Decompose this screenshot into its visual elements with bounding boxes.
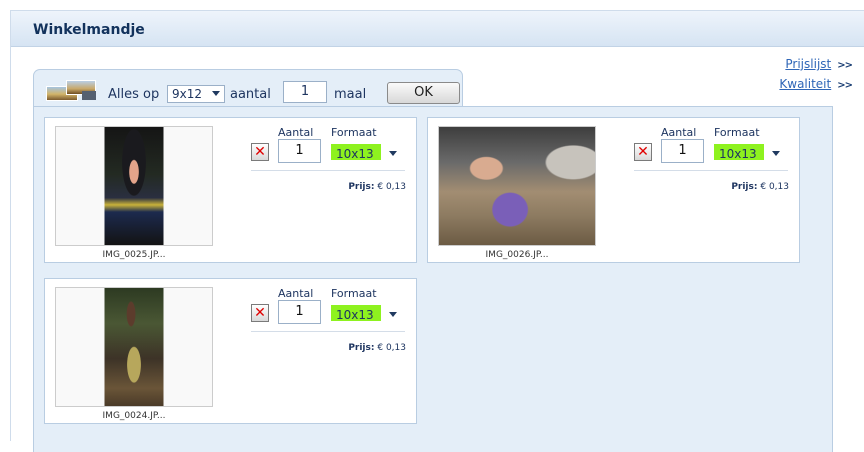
quantity-input[interactable]: 1	[278, 300, 321, 324]
aantal-header: Aantal	[278, 126, 314, 139]
cart-item: IMG_0024.JP... Aantal Formaat ✕ 1 10x13 …	[44, 278, 417, 424]
formaat-header: Formaat	[331, 287, 377, 300]
photo-filename: IMG_0024.JP...	[102, 411, 166, 421]
aantal-header: Aantal	[278, 287, 314, 300]
kwaliteit-arrow-icon: >>	[837, 80, 853, 91]
photo-thumbnail-frame[interactable]	[55, 126, 213, 246]
aantal-header: Aantal	[661, 126, 697, 139]
price-label: Prijs:	[348, 343, 375, 353]
cart-item: IMG_0025.JP... Aantal Formaat ✕ 1 10x13 …	[44, 117, 417, 263]
photo-filename: IMG_0026.JP...	[485, 250, 549, 260]
bulk-aantal-label: aantal	[230, 87, 271, 102]
photo-thumbnail-frame[interactable]	[55, 287, 213, 407]
prijslijst-link[interactable]: Prijslijst	[785, 57, 831, 71]
format-select[interactable]: 10x13	[328, 302, 404, 323]
format-value: 10x13	[331, 305, 381, 321]
delete-icon[interactable]: ✕	[634, 143, 652, 161]
price-value: € 0,13	[760, 182, 789, 192]
item-price: Prijs: € 0,13	[348, 182, 406, 192]
quantity-input[interactable]: 1	[278, 139, 321, 163]
format-select[interactable]: 10x13	[711, 141, 787, 162]
item-price: Prijs: € 0,13	[731, 182, 789, 192]
format-value: 10x13	[714, 144, 764, 160]
format-select[interactable]: 10x13	[328, 141, 404, 162]
bulk-apply-tab: Alles op 9x12 aantal 1 maal OK	[33, 69, 463, 107]
ok-button[interactable]: OK	[387, 82, 460, 104]
photos-icon	[46, 80, 96, 101]
bulk-format-select[interactable]: 9x12	[167, 85, 225, 103]
divider	[251, 331, 405, 332]
cart-items-area: IMG_0025.JP... Aantal Formaat ✕ 1 10x13 …	[33, 106, 833, 452]
shopping-cart-panel: Winkelmandje Prijslijst >> Kwaliteit >> Al…	[10, 10, 864, 452]
photo-thumbnail	[439, 127, 595, 245]
kwaliteit-link[interactable]: Kwaliteit	[779, 77, 831, 91]
bulk-format-value: 9x12	[172, 87, 203, 101]
divider	[251, 170, 405, 171]
divider	[634, 170, 788, 171]
title-bar: Winkelmandje	[11, 11, 864, 47]
quantity-input[interactable]: 1	[661, 139, 704, 163]
format-value: 10x13	[331, 144, 381, 160]
chevron-down-icon	[772, 151, 780, 156]
chevron-down-icon	[389, 151, 397, 156]
price-label: Prijs:	[348, 182, 375, 192]
photo-thumbnail	[104, 127, 164, 245]
chevron-down-icon	[212, 91, 220, 96]
cart-item: IMG_0026.JP... Aantal Formaat ✕ 1 10x13 …	[427, 117, 800, 263]
formaat-header: Formaat	[331, 126, 377, 139]
price-value: € 0,13	[377, 182, 406, 192]
price-label: Prijs:	[731, 182, 758, 192]
photo-thumbnail	[104, 288, 164, 406]
delete-icon[interactable]: ✕	[251, 304, 269, 322]
item-price: Prijs: € 0,13	[348, 343, 406, 353]
photo-filename: IMG_0025.JP...	[102, 250, 166, 260]
side-links: Prijslijst >> Kwaliteit >>	[779, 55, 853, 95]
formaat-header: Formaat	[714, 126, 760, 139]
bulk-prefix-label: Alles op	[108, 87, 160, 102]
delete-icon[interactable]: ✕	[251, 143, 269, 161]
chevron-down-icon	[389, 312, 397, 317]
photo-thumbnail-frame[interactable]	[438, 126, 596, 246]
bulk-suffix-label: maal	[334, 87, 367, 102]
panel-title: Winkelmandje	[33, 22, 145, 38]
price-value: € 0,13	[377, 343, 406, 353]
bulk-quantity-input[interactable]: 1	[283, 81, 327, 103]
prijslijst-arrow-icon: >>	[837, 60, 853, 71]
